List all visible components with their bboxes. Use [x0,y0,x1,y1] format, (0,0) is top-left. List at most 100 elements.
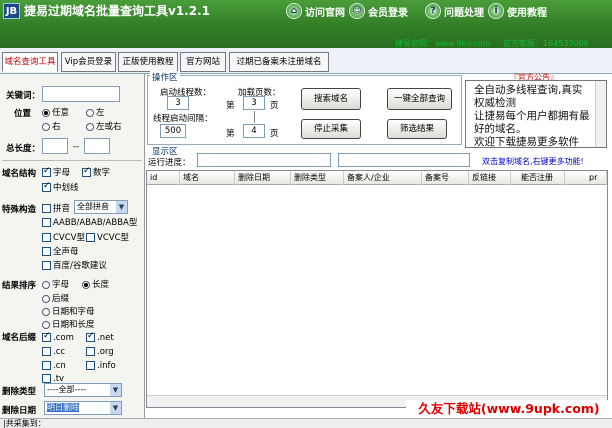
radio-dot [86,122,94,131]
page-from-prefix: 第 [226,101,235,111]
column-header-backlinks[interactable]: 反链接 [469,171,511,185]
radio-dot [42,122,50,131]
help-icon: ? [425,3,441,19]
chevron-down-icon: ▼ [110,402,121,414]
page-to-input[interactable]: 4 [243,124,265,138]
column-header-domain[interactable]: 域名 [180,171,235,185]
length-separator: -- [73,142,80,152]
sort-date-length-radio[interactable]: 日期和长度 [42,318,95,330]
query-all-button[interactable]: 一键全部查询 [387,88,452,110]
interval-input[interactable]: 500 [160,124,186,138]
checkbox [86,233,95,242]
delete-type-select[interactable]: ----全部---- ▼ [44,383,122,397]
user-icon: ☺ [349,3,365,19]
sort-letter-radio[interactable]: 字母 [42,278,69,290]
sort-suffix-radio[interactable]: 后缀 [42,292,69,304]
window-title: 捷易过期域名批量查询工具v1.2.1 [24,4,210,18]
search-domains-button[interactable]: 搜索域名 [301,88,361,110]
radio-dot [42,280,50,289]
column-header-registrant[interactable]: 备案人/企业 [344,171,422,185]
keyword-input[interactable] [42,86,120,102]
support-text: 官方客服：164533006 [502,39,589,48]
special-aabb-checkbox[interactable]: AABB/ABAB/ABBA型 [42,216,137,228]
sort-length-radio[interactable]: 长度 [82,278,109,290]
chevron-down-icon: ▼ [116,201,127,213]
tab-vip-login[interactable]: Vip会员登录 [61,52,116,72]
special-suggest-checkbox[interactable]: 百度/谷歌建议 [42,259,107,271]
suffix-info-checkbox[interactable]: .info [86,361,116,371]
suffix-net-checkbox[interactable]: .net [86,331,114,343]
suffix-org-checkbox[interactable]: .org [86,347,114,357]
checkbox [42,218,51,227]
progress-bar-1 [197,153,331,167]
checkbox [42,166,51,177]
position-any-radio[interactable]: 任意 [42,106,69,118]
tab-tutorial[interactable]: 正版使用教程 [118,52,178,72]
delete-date-label: 删除日期 [2,406,37,416]
copy-hint-link[interactable]: 双击复制域名,右键更多功能! [482,156,584,167]
stop-collect-button[interactable]: 停止采集 [301,119,361,139]
sort-date-letter-radio[interactable]: 日期和字母 [42,305,95,317]
position-left-radio[interactable]: 左 [86,106,105,118]
website-text: 捷易官网：www.9bv.com [395,39,491,48]
chevron-down-icon: ▼ [110,384,121,396]
visit-website-button[interactable]: ⌂ 访问官网 [286,2,345,20]
radio-dot [42,320,50,329]
radio-dot [86,108,94,117]
threads-input[interactable]: 3 [167,96,189,110]
length-max-input[interactable] [84,138,110,154]
suffix-cn-checkbox[interactable]: .cn [42,361,66,371]
suffix-label: 域名后缀 [2,333,37,343]
pinyin-checkbox[interactable]: 拼音 [42,202,70,214]
radio-dot [82,280,90,289]
special-cvcv-checkbox[interactable]: CVCV型 [42,231,85,243]
tutorial-button[interactable]: i 使用教程 [488,2,547,20]
special-all-consonant-checkbox[interactable]: 全声母 [42,245,79,257]
member-login-button[interactable]: ☺ 会员登录 [349,2,408,20]
home-icon: ⌂ [286,3,302,19]
column-header-icp-number[interactable]: 备案号 [422,171,469,185]
structure-digit-checkbox[interactable]: 数字 [82,166,110,178]
suffix-com-checkbox[interactable]: .com [42,331,74,343]
notice-scrollbar[interactable] [595,81,606,147]
column-header-id[interactable]: id [147,171,180,185]
status-bar: |共采集到： [0,418,612,428]
page-from-suffix: 页 [270,101,279,111]
checkbox [42,374,51,383]
app-icon: JB [3,3,20,19]
checkbox [42,331,51,342]
tab-domain-query[interactable]: 域名查询工具 [2,52,58,72]
delete-type-label: 删除类型 [2,387,37,397]
radio-dot [42,108,50,117]
tab-official-site[interactable]: 官方网站 [180,52,226,72]
checkbox [42,347,51,356]
tab-expired-domains[interactable]: 过期已备案未注册域名 [229,52,329,72]
filter-results-button[interactable]: 筛选结果 [387,119,447,139]
column-header-pr[interactable]: pr [565,171,607,185]
special-label: 特殊构造 [2,205,37,215]
position-label: 位置 [14,109,32,119]
suffix-cc-checkbox[interactable]: .cc [42,347,65,357]
length-min-input[interactable] [42,138,68,154]
page-to-suffix: 页 [270,129,279,139]
special-vcvc-checkbox[interactable]: VCVC型 [86,231,129,243]
column-header-delete-type[interactable]: 删除类型 [291,171,344,185]
structure-label: 域名结构 [2,169,37,179]
pinyin-select[interactable]: 全部拼音 ▼ [74,200,128,214]
delete-date-select[interactable]: 明日删除 ▼ [44,401,122,415]
checkbox [86,347,95,356]
tutorial-label: 使用教程 [507,7,547,19]
structure-hyphen-checkbox[interactable]: 中划线 [42,181,79,193]
member-login-label: 会员登录 [368,7,408,19]
position-right-radio[interactable]: 右 [42,120,61,132]
column-header-delete-date[interactable]: 删除日期 [235,171,291,185]
position-left-or-right-radio[interactable]: 左或右 [86,120,122,132]
watermark: 久友下载站(www.9upk.com) [406,400,612,418]
operations-title: 操作区 [150,71,180,83]
checkbox [42,204,51,213]
page-from-input[interactable]: 3 [243,96,265,110]
help-button[interactable]: ? 问题处理 [425,2,484,20]
keyword-label: 关键词： [6,91,41,101]
column-header-registrable[interactable]: 能否注册 [511,171,565,185]
structure-letter-checkbox[interactable]: 字母 [42,166,70,178]
